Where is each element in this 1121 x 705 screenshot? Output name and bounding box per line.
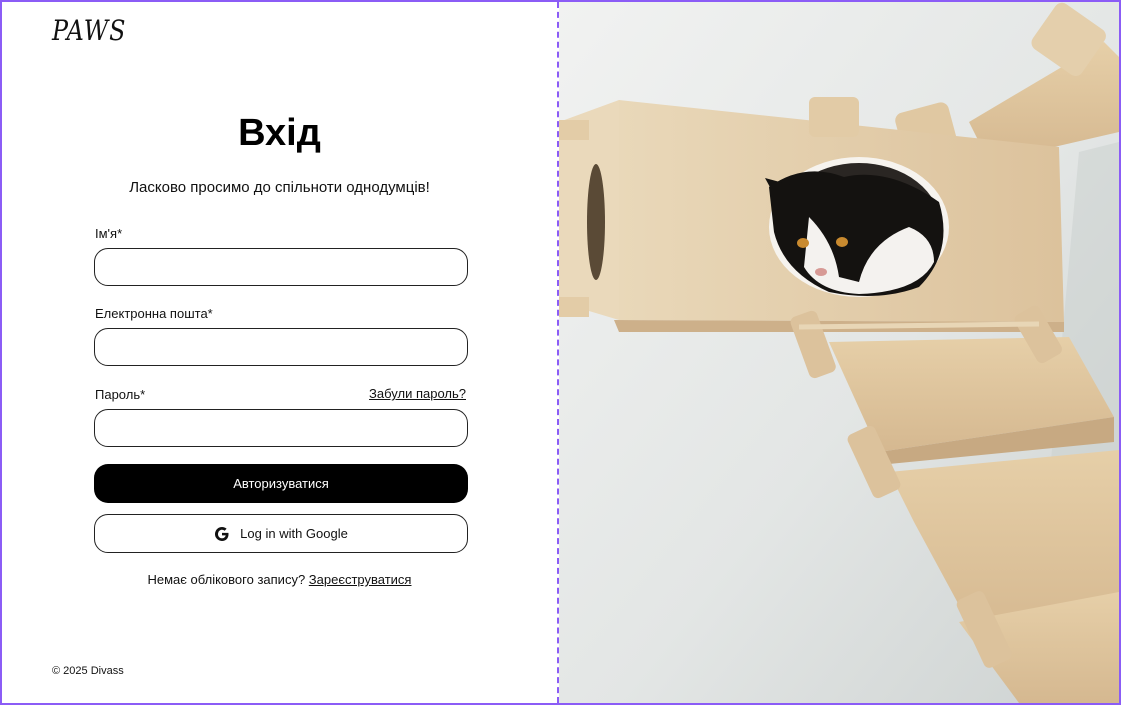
- brand-logo[interactable]: PAWS: [52, 14, 126, 47]
- signup-prompt: Немає облікового запису?: [147, 572, 306, 587]
- google-login-button[interactable]: Log in with Google: [94, 514, 468, 553]
- google-login-label: Log in with Google: [240, 526, 348, 541]
- login-panel: PAWS Вхід Ласково просимо до спільноти о…: [2, 2, 559, 703]
- signup-row: Немає облікового запису? Зареєструватися: [2, 572, 557, 587]
- hero-image: [559, 2, 1119, 703]
- password-label: Пароль*: [95, 387, 146, 402]
- google-icon: [214, 526, 230, 542]
- footer-copyright: © 2025 Divass: [52, 665, 124, 677]
- page-subtitle: Ласково просимо до спільноти однодумців!: [129, 179, 430, 196]
- email-label: Електронна пошта*: [95, 306, 213, 321]
- name-input[interactable]: [94, 248, 468, 286]
- name-label: Ім'я*: [95, 226, 123, 241]
- hero-illustration: [559, 2, 1119, 703]
- password-input[interactable]: [94, 409, 468, 447]
- app-frame: PAWS Вхід Ласково просимо до спільноти о…: [0, 0, 1121, 705]
- forgot-password-link[interactable]: Забули пароль?: [369, 386, 466, 401]
- email-input[interactable]: [94, 328, 468, 366]
- page-title: Вхід: [238, 112, 321, 154]
- signup-link[interactable]: Зареєструватися: [309, 572, 412, 587]
- login-button[interactable]: Авторизуватися: [94, 464, 468, 503]
